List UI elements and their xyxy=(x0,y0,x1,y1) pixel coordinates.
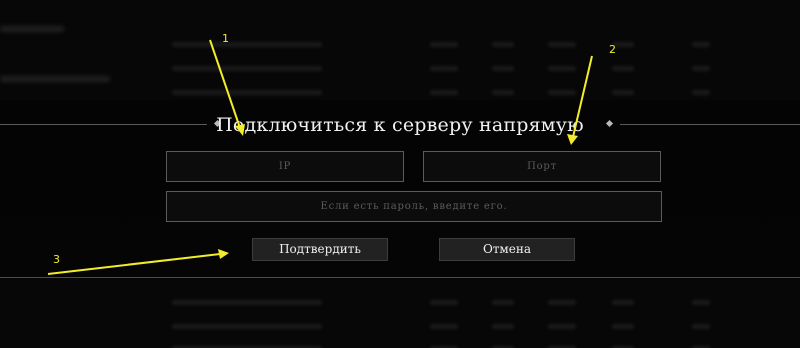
annotation-label-3: 3 xyxy=(53,253,60,266)
background-row xyxy=(0,34,800,56)
password-input[interactable] xyxy=(166,191,662,222)
annotation-label-2: 2 xyxy=(609,43,616,56)
confirm-button[interactable]: Подтвердить xyxy=(252,238,388,261)
background-row xyxy=(0,58,800,80)
screen: Подключиться к серверу напрямую Подтверд… xyxy=(0,0,800,348)
background-sidebar-item xyxy=(0,26,64,32)
annotation-label-1: 1 xyxy=(222,32,229,45)
dialog-bottom-divider xyxy=(0,277,800,278)
ip-input[interactable] xyxy=(166,151,404,182)
dialog-title: Подключиться к серверу напрямую xyxy=(216,114,584,136)
background-row xyxy=(0,292,800,314)
background-row xyxy=(0,316,800,338)
background-row xyxy=(0,338,800,348)
cancel-button[interactable]: Отмена xyxy=(439,238,575,261)
direct-connect-dialog: Подключиться к серверу напрямую Подтверд… xyxy=(0,100,800,278)
port-input[interactable] xyxy=(423,151,661,182)
